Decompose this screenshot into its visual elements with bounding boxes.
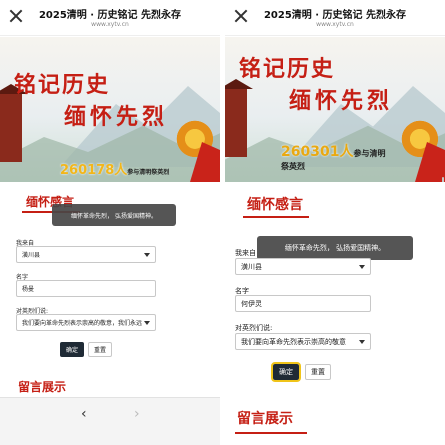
messages-underline	[235, 432, 307, 434]
name-input[interactable]: 杨曼	[16, 280, 156, 297]
page-title: 2025清明 · 历史铭记 先烈永存	[38, 10, 182, 21]
from-value: 潢川县	[241, 262, 262, 271]
page-url: www.xytv.cn	[91, 21, 129, 28]
chevron-right-icon[interactable]: ›	[134, 406, 140, 422]
count-number: 260178人	[60, 163, 128, 178]
from-label: 我来自	[235, 249, 256, 257]
toast-message: 缅怀革命先烈， 弘扬爱国精神。	[52, 204, 176, 226]
caret-down-icon	[144, 320, 150, 325]
pavilion-graphic	[0, 92, 22, 162]
from-select[interactable]: 潢川县	[235, 258, 371, 275]
count-suffix: 参与清明祭英烈	[127, 169, 170, 176]
page-url: www.xytv.cn	[316, 21, 354, 28]
confirm-button[interactable]: 确定	[271, 362, 301, 382]
count-suffix-line-2: 祭英烈	[281, 162, 305, 171]
from-select[interactable]: 潢川县	[16, 246, 156, 263]
slogan-line-2: 缅怀先烈	[64, 104, 169, 130]
toast-message: 缅怀革命先烈， 弘扬爱国精神。	[257, 236, 413, 260]
banner: 铭记历史 缅怀先烈 260301人参与清明 祭英烈	[225, 37, 445, 182]
reset-button[interactable]: 重置	[305, 364, 331, 380]
pavilion-graphic	[225, 87, 247, 157]
banner: 铭记历史 缅怀先烈 260178人参与清明祭英烈	[0, 37, 220, 182]
slogan-line-2: 缅怀先烈	[289, 88, 394, 114]
name-value: 何伊灵	[241, 299, 262, 308]
participant-count: 260301人参与清明	[281, 141, 385, 161]
name-value: 杨曼	[22, 286, 35, 293]
messages-title: 留言展示	[18, 380, 67, 394]
close-icon[interactable]	[233, 8, 249, 24]
messages-title: 留言展示	[237, 411, 293, 427]
message-value: 我们要向革命先烈表示崇高的敬意，我们永远	[22, 320, 143, 327]
chevron-left-icon[interactable]: ‹	[81, 406, 87, 422]
count-number: 260301人	[281, 144, 354, 160]
message-select[interactable]: 我们要向革命先烈表示崇高的敬意，我们永远	[16, 314, 156, 331]
message-select[interactable]: 我们要向革命先烈表示崇高的敬意	[235, 333, 371, 350]
left-screenshot: 2025清明 · 历史铭记 先烈永存 www.xytv.cn 铭记历史 缅怀先烈…	[0, 0, 220, 445]
top-bar: 2025清明 · 历史铭记 先烈永存 www.xytv.cn	[0, 0, 220, 36]
reset-button[interactable]: 重置	[88, 342, 112, 357]
section-underline	[243, 216, 309, 218]
section-title: 缅怀感言	[247, 197, 303, 213]
right-screenshot: 2025清明 · 历史铭记 先烈永存 www.xytv.cn 铭记历史 缅怀先烈…	[225, 0, 445, 445]
caret-down-icon	[359, 264, 365, 269]
page-title: 2025清明 · 历史铭记 先烈永存	[263, 10, 407, 21]
confirm-button[interactable]: 确定	[60, 342, 84, 357]
top-bar: 2025清明 · 历史铭记 先烈永存 www.xytv.cn	[225, 0, 445, 36]
from-value: 潢川县	[22, 252, 41, 259]
message-label: 对英烈们说:	[235, 324, 273, 332]
scrollbar-thumb[interactable]	[442, 177, 444, 182]
count-suffix: 参与清明	[353, 149, 386, 158]
caret-down-icon	[144, 252, 150, 257]
participant-count: 260178人参与清明祭英烈	[60, 159, 169, 178]
message-value: 我们要向革命先烈表示崇高的敬意	[241, 337, 346, 346]
close-icon[interactable]	[8, 8, 24, 24]
browser-bottom-bar: ‹ ›	[0, 397, 220, 445]
name-input[interactable]: 何伊灵	[235, 295, 371, 312]
slogan-line-1: 铭记历史	[14, 72, 111, 98]
slogan-line-1: 铭记历史	[239, 56, 336, 82]
caret-down-icon	[359, 339, 365, 344]
